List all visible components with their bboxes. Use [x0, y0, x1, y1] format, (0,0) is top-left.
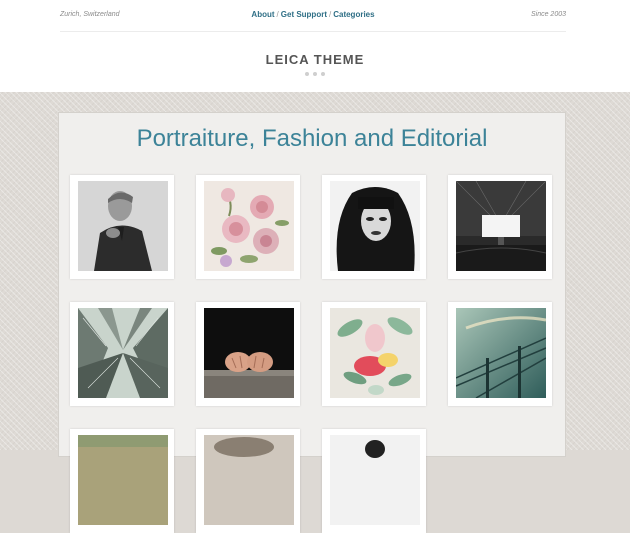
- gallery-thumbnail[interactable]: [70, 302, 174, 406]
- thumbnail-image: [78, 308, 168, 398]
- top-nav: About / Get Support / Categories: [60, 10, 566, 19]
- figure-portrait-image: [330, 435, 420, 525]
- brand-dots: [303, 72, 327, 78]
- gallery-thumbnail[interactable]: [196, 175, 300, 279]
- gallery-thumbnail[interactable]: [322, 175, 426, 279]
- gallery-title: Portraiture, Fashion and Editorial: [136, 125, 488, 152]
- skyscrapers-image: [78, 308, 168, 398]
- flowers-illustration-image: [204, 181, 294, 271]
- gallery-panel: Portraiture, Fashion and Editorial: [58, 112, 566, 533]
- gallery-thumbnail[interactable]: [70, 429, 174, 533]
- thumbnail-image: [456, 181, 546, 271]
- since-text: Since 2003: [530, 11, 566, 18]
- thumbnail-image: [330, 181, 420, 271]
- dot-icon: [305, 72, 309, 76]
- nav-categories-link[interactable]: Categories: [333, 10, 374, 19]
- gallery-thumbnail[interactable]: [196, 429, 300, 533]
- railway-wires-image: [456, 308, 546, 398]
- nav-about-link[interactable]: About: [251, 10, 274, 19]
- header-divider: [60, 31, 566, 32]
- drive-in-screen-image: [456, 181, 546, 271]
- feathers-image: [204, 435, 294, 525]
- gallery-thumbnail[interactable]: [448, 175, 552, 279]
- gallery-thumbnail[interactable]: [322, 302, 426, 406]
- thumbnail-image: [78, 435, 168, 525]
- tropical-flowers-image: [330, 308, 420, 398]
- landscape-image: [78, 435, 168, 525]
- clasped-hands-image: [204, 308, 294, 398]
- dot-icon: [313, 72, 317, 76]
- thumbnail-image: [78, 181, 168, 271]
- thumbnail-image: [330, 308, 420, 398]
- dot-icon: [321, 72, 325, 76]
- gallery-thumbnail[interactable]: [322, 429, 426, 533]
- thumbnail-image: [456, 308, 546, 398]
- top-bar: Zurich, Switzerland About / Get Support / Ca…: [60, 10, 566, 23]
- thumbnail-image: [204, 181, 294, 271]
- thumbnail-image: [204, 308, 294, 398]
- thumbnail-image: [204, 435, 294, 525]
- site-brand[interactable]: LEICA THEME: [0, 52, 630, 67]
- nav-get-support-link[interactable]: Get Support: [281, 10, 327, 19]
- portrait-man-image: [78, 181, 168, 271]
- site-header: Zurich, Switzerland About / Get Support / Ca…: [0, 0, 630, 92]
- gallery-thumbnail[interactable]: [70, 175, 174, 279]
- thumbnail-image: [330, 435, 420, 525]
- gallery-thumbnail[interactable]: [448, 302, 552, 406]
- main-content: Portraiture, Fashion and Editorial: [0, 92, 630, 533]
- gallery-thumbnail[interactable]: [196, 302, 300, 406]
- woman-portrait-image: [330, 181, 420, 271]
